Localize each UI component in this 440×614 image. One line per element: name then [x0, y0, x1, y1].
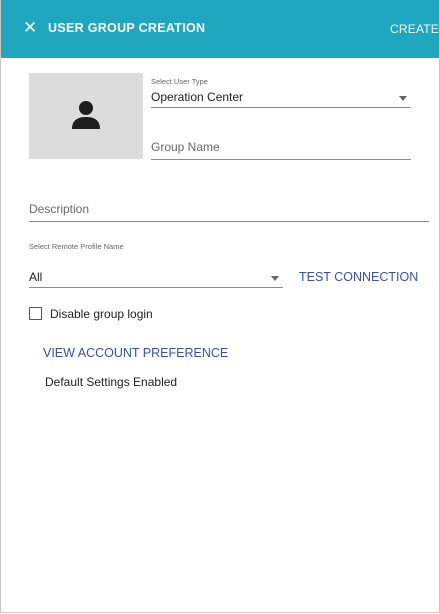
remote-profile-value: All: [29, 270, 43, 284]
chevron-down-icon: [271, 276, 279, 281]
group-avatar[interactable]: [29, 73, 143, 159]
person-icon: [72, 101, 100, 129]
description-field[interactable]: [29, 199, 429, 222]
disable-login-checkbox[interactable]: [29, 307, 42, 320]
close-icon[interactable]: ✕: [23, 19, 37, 36]
group-name-input[interactable]: [151, 137, 411, 157]
description-input[interactable]: [29, 199, 429, 219]
test-connection-button[interactable]: TEST CONNECTION: [299, 270, 418, 284]
create-button[interactable]: CREATE: [390, 22, 439, 36]
chevron-down-icon: [399, 96, 407, 101]
disable-login-label[interactable]: Disable group login: [50, 307, 153, 321]
dialog-title: USER GROUP CREATION: [48, 21, 206, 35]
user-group-creation-dialog: ✕ USER GROUP CREATION CREATE Select User…: [0, 0, 440, 613]
group-name-field[interactable]: [151, 137, 411, 160]
dialog-header: ✕ USER GROUP CREATION CREATE: [1, 0, 439, 58]
view-account-preference-link[interactable]: VIEW ACCOUNT PREFERENCE: [43, 346, 228, 360]
default-settings-text: Default Settings Enabled: [45, 375, 178, 389]
user-type-select[interactable]: Operation Center: [151, 87, 411, 108]
remote-profile-label: Select Remote Profile Name: [29, 242, 124, 251]
user-type-label: Select User Type: [151, 77, 208, 86]
user-type-value: Operation Center: [151, 90, 244, 104]
remote-profile-select[interactable]: All: [29, 267, 283, 288]
